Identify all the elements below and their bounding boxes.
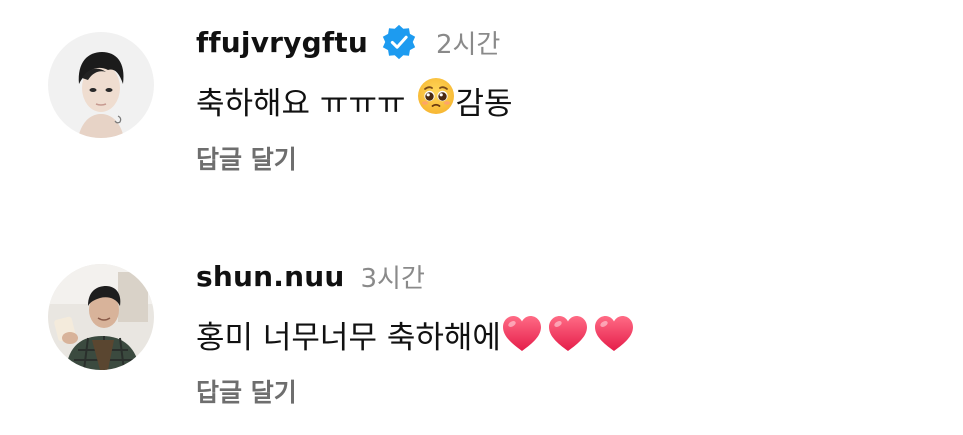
avatar[interactable] [48, 264, 154, 370]
timestamp: 2시간 [435, 29, 501, 60]
avatar[interactable] [48, 32, 154, 138]
comment-header: shun.nuu 3시간 [196, 258, 425, 294]
comment-item: shun.nuu 3시간 홍미 너무너무 축하해에 답글 달기 [0, 240, 963, 435]
red-heart-icon [501, 314, 543, 354]
heart-emojis [501, 314, 639, 354]
comment-text: 홍미 너무너무 축하해에 [196, 319, 501, 356]
verified-badge-icon [380, 23, 418, 61]
red-heart-icon [547, 314, 589, 354]
red-heart-icon [593, 314, 635, 354]
reply-button[interactable]: 답글 달기 [196, 373, 297, 409]
comment-text: 축하해요 ㅠㅠㅠ [196, 85, 406, 122]
comment-body: 축하해요 ㅠㅠㅠ 감동 [196, 78, 513, 122]
username[interactable]: shun.nuu [196, 260, 345, 293]
reply-button[interactable]: 답글 달기 [196, 140, 297, 176]
comment-header: ffujvrygftu 2시간 [196, 20, 500, 64]
comment-body: 홍미 너무너무 축하해에 [196, 312, 639, 356]
pleading-face-icon [410, 76, 456, 124]
timestamp: 3시간 [360, 263, 425, 294]
comment-text-suffix: 감동 [455, 85, 513, 122]
comment-item: ffujvrygftu 2시간 축하해요 ㅠㅠㅠ 감동 답글 달기 [0, 0, 963, 200]
username[interactable]: ffujvrygftu [196, 26, 368, 59]
